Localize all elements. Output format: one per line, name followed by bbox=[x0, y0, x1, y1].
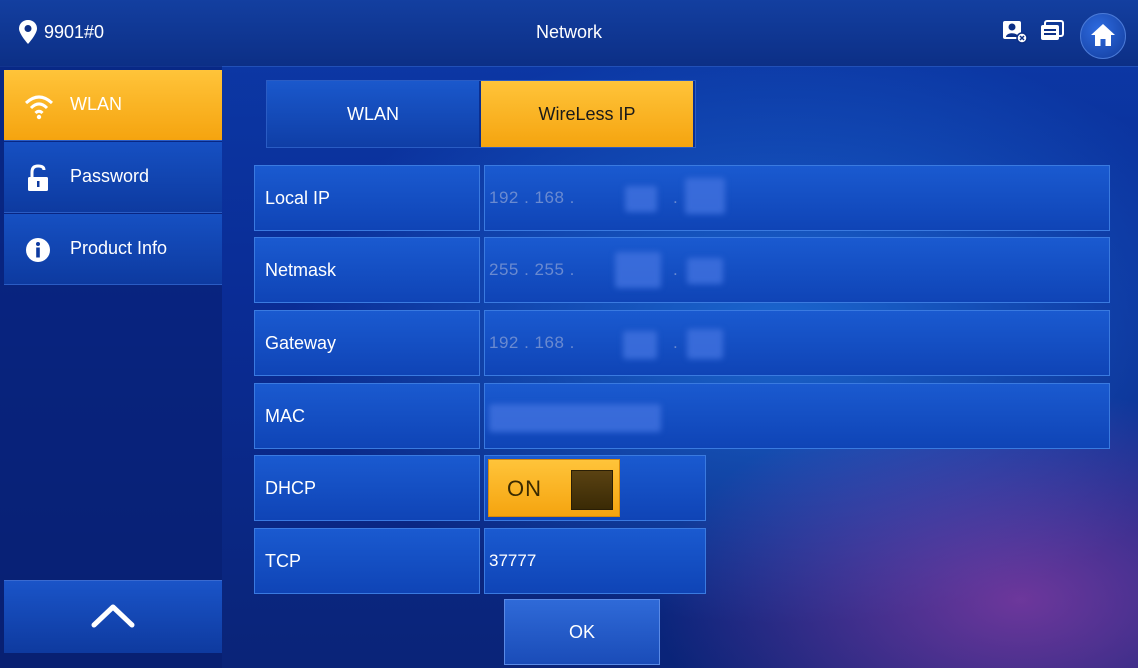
redacted-octet bbox=[685, 178, 725, 214]
redacted-mac bbox=[489, 404, 661, 432]
dhcp-field: ON bbox=[484, 455, 706, 521]
home-button[interactable] bbox=[1080, 13, 1126, 59]
redacted-octet bbox=[687, 329, 723, 359]
local-ip-value: 192 . 168 . bbox=[489, 188, 575, 207]
dhcp-label: DHCP bbox=[254, 455, 480, 521]
local-ip-field[interactable]: 192 . 168 . . bbox=[484, 165, 1110, 231]
sidebar-item-wlan[interactable]: WLAN bbox=[4, 70, 222, 141]
gateway-label: Gateway bbox=[254, 310, 480, 376]
tab-wlan[interactable]: WLAN bbox=[267, 81, 479, 147]
gateway-field[interactable]: 192 . 168 . . bbox=[484, 310, 1110, 376]
sidebar-item-product-info[interactable]: Product Info bbox=[4, 214, 222, 285]
local-ip-label: Local IP bbox=[254, 165, 480, 231]
ok-button[interactable]: OK bbox=[504, 599, 660, 665]
sidebar: WLAN Password Product Info bbox=[0, 66, 222, 668]
local-ip-label-text: Local IP bbox=[265, 188, 331, 208]
top-bar: 9901#0 Network bbox=[0, 0, 1138, 67]
home-icon bbox=[1091, 24, 1115, 46]
dhcp-toggle[interactable]: ON bbox=[488, 459, 620, 517]
mac-label-text: MAC bbox=[265, 406, 305, 426]
tcp-label-text: TCP bbox=[265, 551, 301, 571]
tcp-label: TCP bbox=[254, 528, 480, 594]
lock-icon bbox=[28, 164, 48, 191]
gateway-value: 192 . 168 . bbox=[489, 333, 575, 352]
screen: 9901#0 Network WLAN Password Product Inf… bbox=[0, 0, 1138, 668]
redacted-octet bbox=[615, 252, 661, 288]
wifi-icon bbox=[24, 95, 54, 120]
page-title: Network bbox=[535, 22, 602, 42]
sidebar-item-password[interactable]: Password bbox=[4, 142, 222, 213]
ip-separator: . bbox=[673, 188, 679, 207]
toggle-knob bbox=[571, 470, 613, 510]
redacted-octet bbox=[687, 258, 723, 284]
netmask-label-text: Netmask bbox=[265, 260, 337, 280]
contact-icon[interactable] bbox=[1002, 20, 1028, 44]
netmask-field[interactable]: 255 . 255 . . bbox=[484, 237, 1110, 303]
dhcp-label-text: DHCP bbox=[265, 478, 317, 498]
info-icon bbox=[26, 238, 50, 262]
sidebar-item-label: WLAN bbox=[70, 94, 123, 114]
netmask-label: Netmask bbox=[254, 237, 480, 303]
ip-separator: . bbox=[673, 260, 679, 279]
message-icon[interactable] bbox=[1040, 20, 1066, 44]
gateway-label-text: Gateway bbox=[265, 333, 337, 353]
dhcp-toggle-state: ON bbox=[507, 476, 542, 501]
redacted-octet bbox=[625, 186, 657, 212]
tab-bar: WLAN WireLess IP bbox=[266, 80, 696, 148]
redacted-octet bbox=[623, 331, 657, 359]
netmask-value: 255 . 255 . bbox=[489, 260, 575, 279]
ip-separator: . bbox=[673, 333, 679, 352]
tcp-port-value: 37777 bbox=[489, 551, 537, 570]
tcp-port-field[interactable]: 37777 bbox=[484, 528, 706, 594]
mac-label: MAC bbox=[254, 383, 480, 449]
mac-field[interactable] bbox=[484, 383, 1110, 449]
sidebar-item-label: Password bbox=[70, 166, 150, 186]
tab-wireless-ip[interactable]: WireLess IP bbox=[481, 81, 693, 147]
sidebar-item-label: Product Info bbox=[70, 238, 168, 258]
chevron-up-icon bbox=[91, 604, 135, 628]
scroll-up-button[interactable] bbox=[4, 580, 222, 653]
